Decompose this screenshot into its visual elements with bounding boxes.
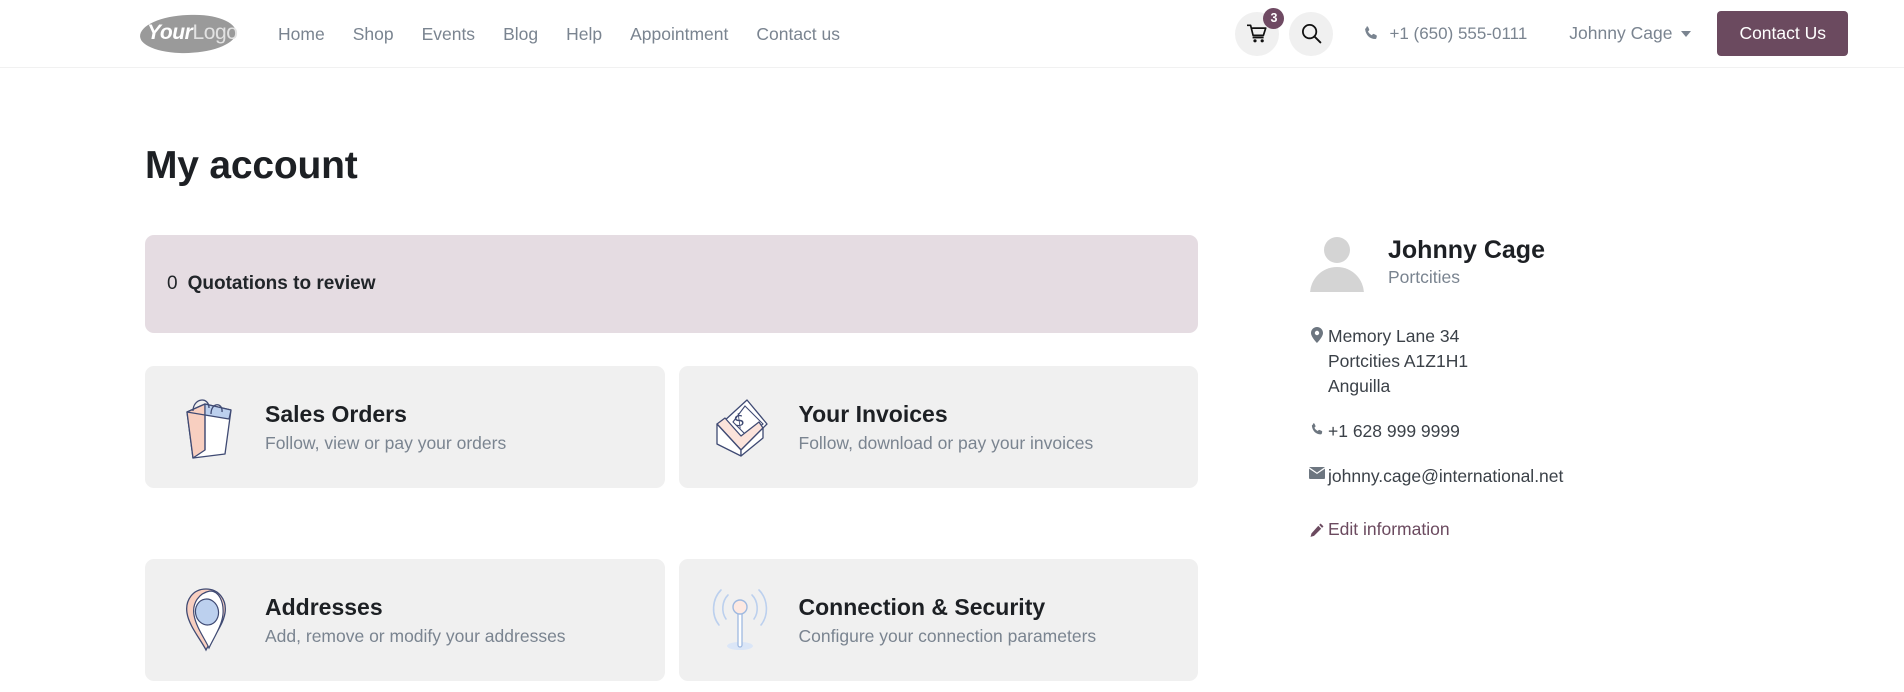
- profile-info-list: Memory Lane 34 Portcities A1Z1H1 Anguill…: [1306, 324, 1848, 540]
- card-addresses[interactable]: Addresses Add, remove or modify your add…: [145, 559, 665, 681]
- card-text-connection-security: Connection & Security Configure your con…: [799, 593, 1097, 648]
- cart-count-badge: 3: [1263, 8, 1284, 29]
- avatar-head-shape: [1324, 237, 1350, 263]
- search-icon: [1301, 23, 1322, 44]
- search-button[interactable]: [1289, 12, 1333, 56]
- user-menu[interactable]: Johnny Cage: [1569, 23, 1691, 44]
- chevron-down-icon: [1681, 31, 1691, 37]
- profile-phone-row[interactable]: +1 628 999 9999: [1306, 419, 1848, 444]
- address-line-3: Anguilla: [1328, 374, 1468, 399]
- header-phone[interactable]: +1 (650) 555-0111: [1363, 24, 1527, 44]
- profile-address: Memory Lane 34 Portcities A1Z1H1 Anguill…: [1328, 324, 1468, 399]
- edit-information-row[interactable]: Edit information: [1306, 519, 1848, 540]
- avatar: [1306, 230, 1368, 292]
- map-pin-icon: [169, 581, 243, 659]
- profile-phone: +1 628 999 9999: [1328, 419, 1460, 444]
- page-title: My account: [145, 144, 1198, 188]
- site-logo[interactable]: YourLogo: [140, 13, 236, 55]
- shopping-bag-icon: [169, 388, 243, 466]
- quotations-label: Quotations to review: [188, 273, 376, 295]
- envelope-icon: [1306, 464, 1328, 479]
- main-navigation: Home Shop Events Blog Help Appointment C…: [264, 0, 854, 68]
- header-phone-number: +1 (650) 555-0111: [1389, 24, 1527, 44]
- profile-sidebar: Johnny Cage Portcities Memory Lane 34 Po…: [1198, 68, 1848, 681]
- nav-link-shop[interactable]: Shop: [339, 0, 408, 68]
- card-title: Your Invoices: [799, 400, 1094, 429]
- quotations-count: 0: [167, 273, 178, 295]
- card-subtitle: Follow, download or pay your invoices: [799, 432, 1094, 455]
- card-your-invoices[interactable]: $ Your Invoices Follow, download or pay …: [679, 366, 1199, 488]
- antenna-signal-icon: [703, 581, 777, 659]
- profile-company: Portcities: [1388, 267, 1545, 288]
- nav-link-events[interactable]: Events: [408, 0, 490, 68]
- nav-link-home[interactable]: Home: [264, 0, 339, 68]
- account-cards-grid: Sales Orders Follow, view or pay your or…: [145, 366, 1198, 681]
- card-subtitle: Add, remove or modify your addresses: [265, 625, 566, 648]
- card-text-your-invoices: Your Invoices Follow, download or pay yo…: [799, 400, 1094, 455]
- card-title: Sales Orders: [265, 400, 506, 429]
- contact-us-button[interactable]: Contact Us: [1717, 11, 1848, 56]
- profile-identity: Johnny Cage Portcities: [1388, 235, 1545, 288]
- card-sales-orders[interactable]: Sales Orders Follow, view or pay your or…: [145, 366, 665, 488]
- location-pin-icon: [1306, 324, 1328, 343]
- card-title: Connection & Security: [799, 593, 1097, 622]
- nav-link-blog[interactable]: Blog: [489, 0, 552, 68]
- address-line-2: Portcities A1Z1H1: [1328, 349, 1468, 374]
- profile-email: johnny.cage@international.net: [1328, 464, 1563, 489]
- card-subtitle: Follow, view or pay your orders: [265, 432, 506, 455]
- site-header: YourLogo Home Shop Events Blog Help Appo…: [0, 0, 1904, 68]
- phone-icon: [1363, 25, 1380, 42]
- card-title: Addresses: [265, 593, 566, 622]
- main-column: My account 0 Quotations to review: [145, 68, 1198, 681]
- logo-text-logo: Logo: [192, 21, 237, 44]
- page-body: My account 0 Quotations to review: [0, 68, 1904, 681]
- card-subtitle: Configure your connection parameters: [799, 625, 1097, 648]
- address-line-1: Memory Lane 34: [1328, 324, 1468, 349]
- invoice-envelope-icon: $: [703, 388, 777, 466]
- pencil-icon: [1306, 523, 1328, 537]
- header-actions: 3 +1 (650) 555-0111 Johnny Cage Contact …: [1235, 11, 1848, 56]
- card-text-sales-orders: Sales Orders Follow, view or pay your or…: [265, 400, 506, 455]
- cart-button[interactable]: 3: [1235, 12, 1279, 56]
- profile-email-row[interactable]: johnny.cage@international.net: [1306, 464, 1848, 489]
- user-menu-label: Johnny Cage: [1569, 23, 1672, 44]
- nav-link-contact-us[interactable]: Contact us: [742, 0, 854, 68]
- profile-name: Johnny Cage: [1388, 235, 1545, 265]
- profile-header: Johnny Cage Portcities: [1306, 230, 1848, 292]
- shopping-cart-icon: [1247, 24, 1268, 43]
- logo-text: YourLogo: [147, 22, 243, 44]
- logo-text-your: Your: [147, 21, 192, 44]
- nav-link-appointment[interactable]: Appointment: [616, 0, 742, 68]
- avatar-body-shape: [1310, 267, 1364, 292]
- card-connection-security[interactable]: Connection & Security Configure your con…: [679, 559, 1199, 681]
- quotations-to-review-banner[interactable]: 0 Quotations to review: [145, 235, 1198, 333]
- profile-address-row: Memory Lane 34 Portcities A1Z1H1 Anguill…: [1306, 324, 1848, 399]
- nav-link-help[interactable]: Help: [552, 0, 616, 68]
- phone-icon: [1306, 419, 1328, 437]
- card-text-addresses: Addresses Add, remove or modify your add…: [265, 593, 566, 648]
- edit-information-link[interactable]: Edit information: [1328, 519, 1450, 540]
